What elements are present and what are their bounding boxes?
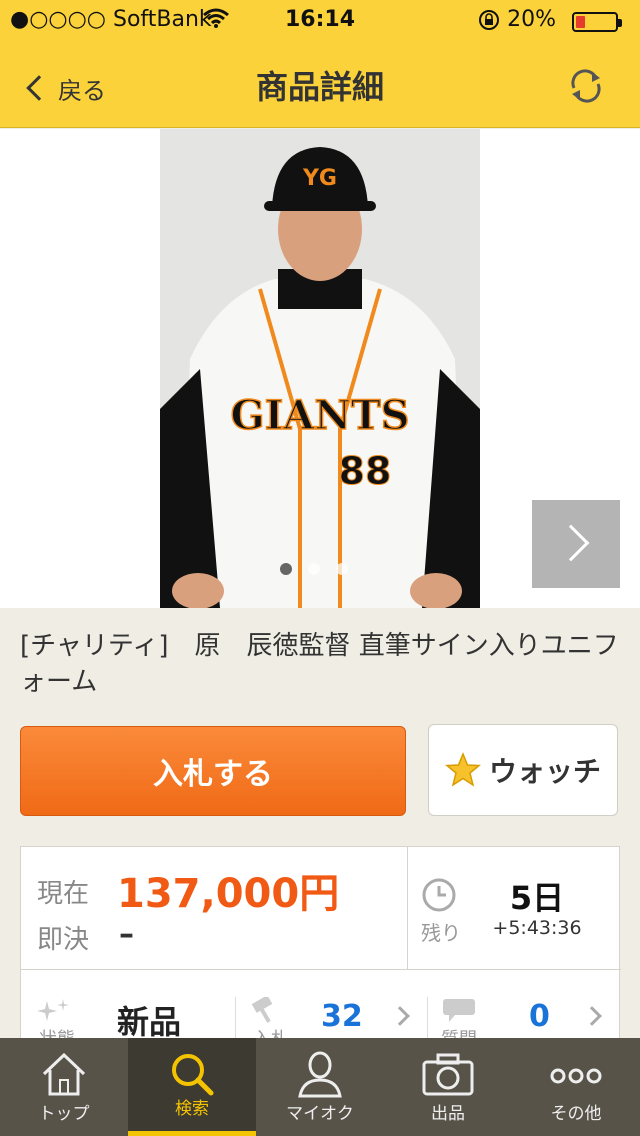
condition-value: 新品 <box>117 1003 182 1041</box>
bid-button[interactable]: 入札する <box>20 726 406 816</box>
sparkle-icon <box>37 999 69 1021</box>
questions-count: 0 <box>529 999 550 1034</box>
product-photo[interactable]: YG GIANTS 88 <box>160 129 480 608</box>
page-title: 商品詳細 <box>255 68 384 106</box>
camera-icon <box>422 1053 474 1096</box>
svg-text:88: 88 <box>339 449 392 493</box>
carousel-dot <box>280 563 292 575</box>
buyout-label: 即決 <box>37 925 90 955</box>
gavel-icon <box>251 997 273 1023</box>
divider <box>407 847 408 969</box>
tab-other[interactable]: その他 <box>512 1038 640 1136</box>
bids-count: 32 <box>321 999 363 1034</box>
speech-bubble-icon <box>443 999 475 1022</box>
tab-sell[interactable]: 出品 <box>384 1038 512 1136</box>
carousel-dot <box>308 563 320 575</box>
watch-button[interactable]: ウォッチ <box>428 724 618 816</box>
home-icon <box>42 1052 86 1096</box>
tab-label: トップ <box>38 1104 90 1124</box>
battery-icon <box>572 12 622 32</box>
search-icon <box>172 1054 214 1096</box>
tab-myauction[interactable]: マイオク <box>256 1038 384 1136</box>
tab-top[interactable]: トップ <box>0 1038 128 1136</box>
carousel-dot <box>336 563 348 575</box>
clock-icon <box>422 878 456 912</box>
divider <box>21 969 621 970</box>
current-price: 137,000円 <box>117 871 340 917</box>
next-image-button[interactable] <box>532 500 620 588</box>
item-title: [チャリティ] 原 辰徳監督 直筆サイン入りユニフォーム <box>20 631 619 697</box>
tab-label: マイオク <box>286 1104 354 1124</box>
current-price-label: 現在 <box>37 879 90 909</box>
tab-label: 出品 <box>431 1104 465 1124</box>
image-carousel[interactable]: YG GIANTS 88 <box>0 129 640 608</box>
chevron-right-icon <box>390 1006 410 1026</box>
remaining-time: +5:43:36 <box>492 917 582 939</box>
remaining-label: 残り <box>421 921 461 945</box>
battery-percent: 20% <box>507 7 556 32</box>
svg-text:GIANTS: GIANTS <box>230 392 409 439</box>
person-icon <box>298 1051 342 1098</box>
refresh-icon[interactable] <box>568 66 604 106</box>
more-icon <box>550 1068 602 1084</box>
watch-label: ウォッチ <box>488 755 601 788</box>
tab-search[interactable]: 検索 <box>128 1038 256 1136</box>
top-bar: ●○○○○ SoftBank 16:14 20% 戻る 商品詳細 <box>0 0 640 128</box>
buyout-price: – <box>119 917 134 952</box>
carousel-dots <box>280 563 348 575</box>
chevron-right-icon <box>552 524 590 562</box>
chevron-right-icon <box>582 1006 602 1026</box>
remaining-days: 5日 <box>509 879 565 917</box>
tab-label: 検索 <box>175 1099 209 1119</box>
rotation-lock-icon <box>479 10 499 30</box>
svg-text:YG: YG <box>302 166 337 191</box>
tab-label: その他 <box>550 1104 602 1124</box>
auction-info-panel: 現在 137,000円 即決 – 残り 5日 +5:43:36 状態 新品 入札… <box>20 846 621 1050</box>
status-bar: ●○○○○ SoftBank 16:14 20% <box>0 0 640 40</box>
tab-bar: トップ 検索 マイオク 出品 その他 <box>0 1038 640 1136</box>
star-icon <box>445 752 481 787</box>
